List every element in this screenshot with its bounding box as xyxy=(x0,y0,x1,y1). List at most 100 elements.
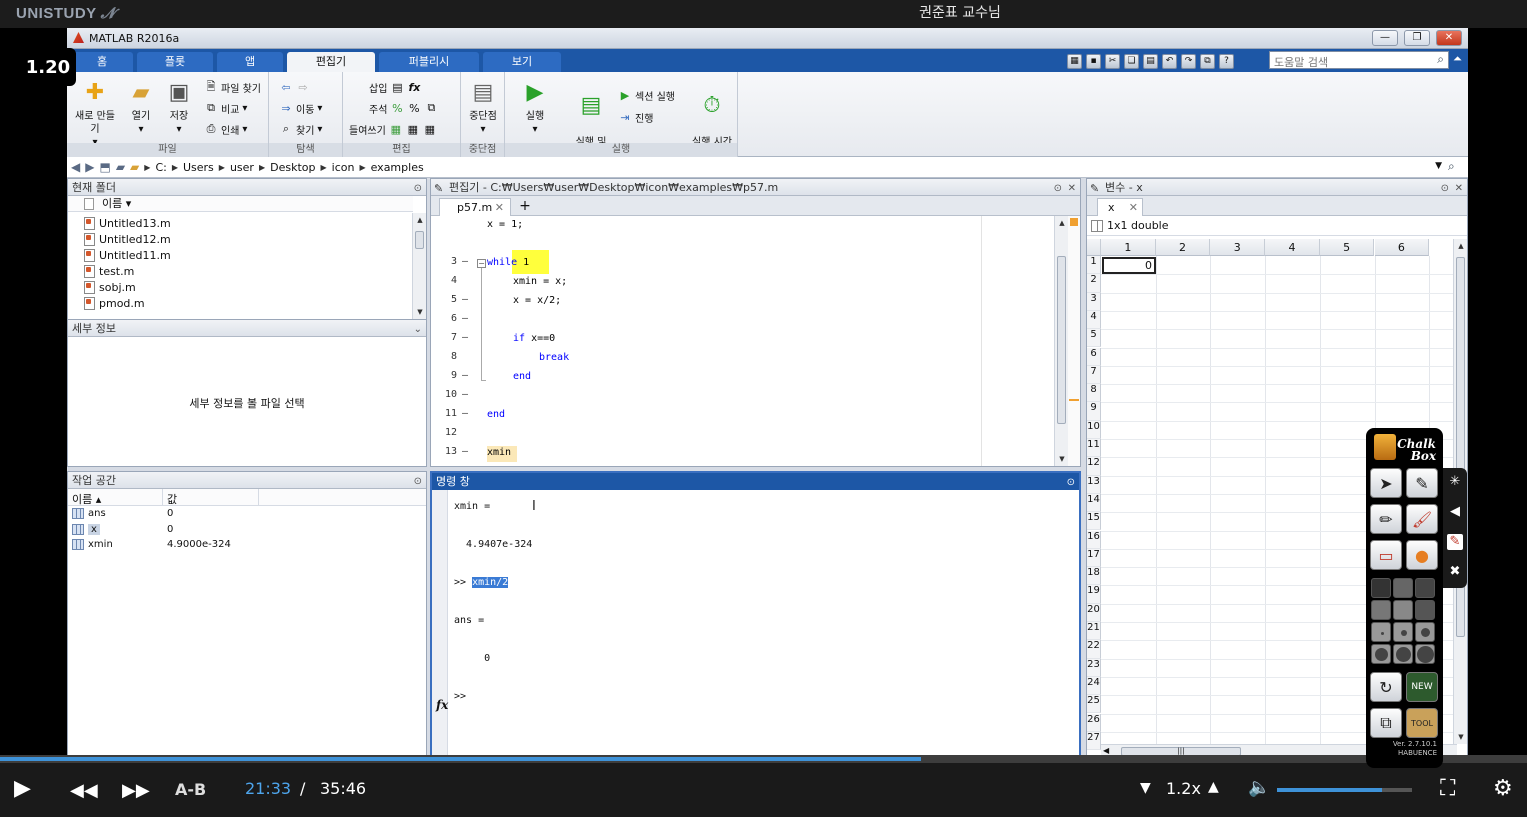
tab-apps[interactable]: 앱 xyxy=(217,52,283,72)
breakpoint-marker[interactable]: — xyxy=(462,408,468,419)
list-item[interactable]: sobj.m xyxy=(84,279,136,295)
column-header[interactable]: 3 xyxy=(1210,239,1266,256)
size-swatch[interactable] xyxy=(1393,644,1413,664)
fullscreen-icon[interactable]: ⛶ xyxy=(1440,776,1455,801)
row-header[interactable]: 2 xyxy=(1087,274,1101,293)
panel-menu-icon[interactable]: ⊙ xyxy=(414,473,422,490)
new-button[interactable]: ✚ 새로 만들기▾ xyxy=(71,78,119,149)
play-icon[interactable]: ▶ xyxy=(14,777,31,801)
list-item[interactable]: Untitled12.m xyxy=(84,231,171,247)
help-icon[interactable]: ? xyxy=(1219,53,1234,69)
breakpoints-button[interactable]: ▤ 중단점 ▾ xyxy=(461,78,505,136)
open-button[interactable]: ▰ 열기 ▾ xyxy=(123,78,159,136)
panel-menu-icon[interactable]: ⊙ xyxy=(1054,180,1062,197)
code-line[interactable]: xmin xyxy=(487,447,511,458)
volume-icon[interactable]: 🔈 xyxy=(1248,777,1270,798)
editor-tab-p57[interactable]: p57.m ✕ xyxy=(439,198,511,216)
row-header[interactable]: 21 xyxy=(1087,622,1101,641)
run-section-button[interactable]: ▶ 섹션 실행 xyxy=(618,86,675,104)
panel-menu-icon[interactable]: ⊙ xyxy=(414,180,422,197)
redo-icon[interactable]: ↷ xyxy=(1181,53,1196,69)
size-swatch[interactable] xyxy=(1371,644,1391,664)
color-swatch[interactable] xyxy=(1393,578,1413,598)
collapse-left-icon[interactable]: ◀ xyxy=(1447,504,1463,520)
variable-tab-x[interactable]: x ✕ xyxy=(1097,198,1143,216)
ab-repeat-button[interactable]: A-B xyxy=(175,780,206,799)
progress-bar[interactable] xyxy=(0,755,1527,763)
goto-button[interactable]: ⇒ 이동 ▾ xyxy=(279,99,322,117)
row-header[interactable]: 13 xyxy=(1087,475,1101,494)
code-line[interactable]: while 1 xyxy=(487,257,529,268)
print-button[interactable]: ⎙ 인쇄 ▾ xyxy=(204,120,248,138)
spark-icon[interactable]: ✳ xyxy=(1447,474,1463,490)
minimize-button[interactable]: — xyxy=(1372,30,1398,46)
search-icon[interactable]: ⌕ xyxy=(1437,52,1444,67)
breakpoint-marker[interactable]: — xyxy=(462,446,468,457)
tab-home[interactable]: 홈 xyxy=(71,52,133,72)
list-item[interactable]: pmod.m xyxy=(84,295,145,311)
code-line[interactable]: end xyxy=(487,409,505,420)
eraser-tool-icon[interactable]: ▭ xyxy=(1370,540,1402,570)
breakpoint-marker[interactable]: — xyxy=(462,370,468,381)
row-header[interactable]: 5 xyxy=(1087,329,1101,348)
pencil-tool-icon[interactable]: ✏ xyxy=(1370,504,1402,534)
warning-indicator-icon[interactable] xyxy=(1070,218,1078,226)
undo-tool-icon[interactable]: ↻ xyxy=(1370,672,1402,702)
switch-windows-icon[interactable]: ⧉ xyxy=(1200,53,1215,69)
breakpoint-marker[interactable]: — xyxy=(462,256,468,267)
collapse-icon[interactable]: ⌄ xyxy=(414,321,422,338)
insert-button[interactable]: 삽입 ▤ fx xyxy=(369,78,421,96)
color-swatch[interactable] xyxy=(1371,578,1391,598)
list-item[interactable]: Untitled13.m xyxy=(84,215,171,231)
address-segment[interactable]: user xyxy=(230,161,254,174)
color-swatch[interactable] xyxy=(1371,600,1391,620)
column-header[interactable]: 4 xyxy=(1265,239,1320,256)
size-swatch[interactable] xyxy=(1415,622,1435,642)
row-header[interactable]: 3 xyxy=(1087,292,1101,311)
list-item[interactable]: test.m xyxy=(84,263,134,279)
address-dropdown-icon[interactable]: ▼ xyxy=(1435,161,1442,171)
table-row[interactable]: x0 xyxy=(68,523,426,538)
compare-button[interactable]: ⧉ 비교 ▾ xyxy=(204,99,247,117)
comment-button[interactable]: 주석%% ⧉ xyxy=(369,99,438,117)
new-board-icon[interactable]: NEW xyxy=(1406,672,1438,702)
table-row[interactable]: ans 0 xyxy=(68,507,426,522)
tool-box-icon[interactable]: TOOL xyxy=(1406,708,1438,738)
column-value[interactable]: 값 xyxy=(167,491,177,507)
marker-icon[interactable]: ✎ xyxy=(1447,534,1463,550)
save-icon[interactable]: ▪ xyxy=(1086,53,1101,69)
maximize-button[interactable]: ❐ xyxy=(1404,30,1430,46)
breakpoint-marker[interactable]: — xyxy=(462,294,468,305)
panel-menu-icon[interactable]: ⊙ xyxy=(1441,180,1449,197)
up-folder-icon[interactable]: ⬒ xyxy=(99,160,110,174)
back-icon[interactable]: ◀ xyxy=(71,160,80,174)
row-header[interactable]: 26 xyxy=(1087,713,1101,732)
paste-icon[interactable]: ▤ xyxy=(1143,53,1158,69)
row-header[interactable]: 7 xyxy=(1087,365,1101,385)
row-header[interactable]: 9 xyxy=(1087,402,1101,421)
brush-tool-icon[interactable]: 🖌 xyxy=(1406,504,1438,534)
editor-scrollbar[interactable]: ▲ ▼ xyxy=(1054,216,1068,466)
code-line[interactable]: break xyxy=(539,352,569,363)
new-tab-icon[interactable]: + xyxy=(513,198,537,215)
row-header[interactable]: 10 xyxy=(1087,420,1101,439)
close-editor-icon[interactable]: ✕ xyxy=(1068,180,1076,197)
row-header[interactable]: 22 xyxy=(1087,640,1101,659)
address-segment[interactable]: Desktop xyxy=(270,161,315,174)
pen-tool-icon[interactable]: ✎ xyxy=(1406,468,1438,498)
row-header[interactable]: 27 xyxy=(1087,731,1101,751)
save-button[interactable]: ▣ 저장 ▾ xyxy=(161,78,197,136)
address-bar[interactable]: ◀ ▶ ⬒ ▰ ▰ ▶ C: ▶ Users ▶ user ▶ Desktop … xyxy=(67,157,1468,178)
list-item[interactable]: Untitled11.m xyxy=(84,247,171,263)
fold-toggle-icon[interactable]: − xyxy=(477,259,486,268)
code-line[interactable]: xmin = x; xyxy=(513,276,567,287)
cut-icon[interactable]: ✂ xyxy=(1105,53,1120,69)
column-header-name[interactable]: 이름 ▾ xyxy=(68,196,413,212)
address-segment[interactable]: Users xyxy=(183,161,214,174)
column-header[interactable]: 1 xyxy=(1101,239,1156,256)
panel-menu-icon[interactable]: ⊙ xyxy=(1067,474,1075,491)
find-files-button[interactable]: 🗎 파일 찾기 xyxy=(204,78,261,96)
column-header[interactable]: 5 xyxy=(1319,239,1375,256)
breakpoint-marker[interactable]: — xyxy=(462,389,468,400)
advance-button[interactable]: ⇥ 진행 xyxy=(618,108,653,126)
